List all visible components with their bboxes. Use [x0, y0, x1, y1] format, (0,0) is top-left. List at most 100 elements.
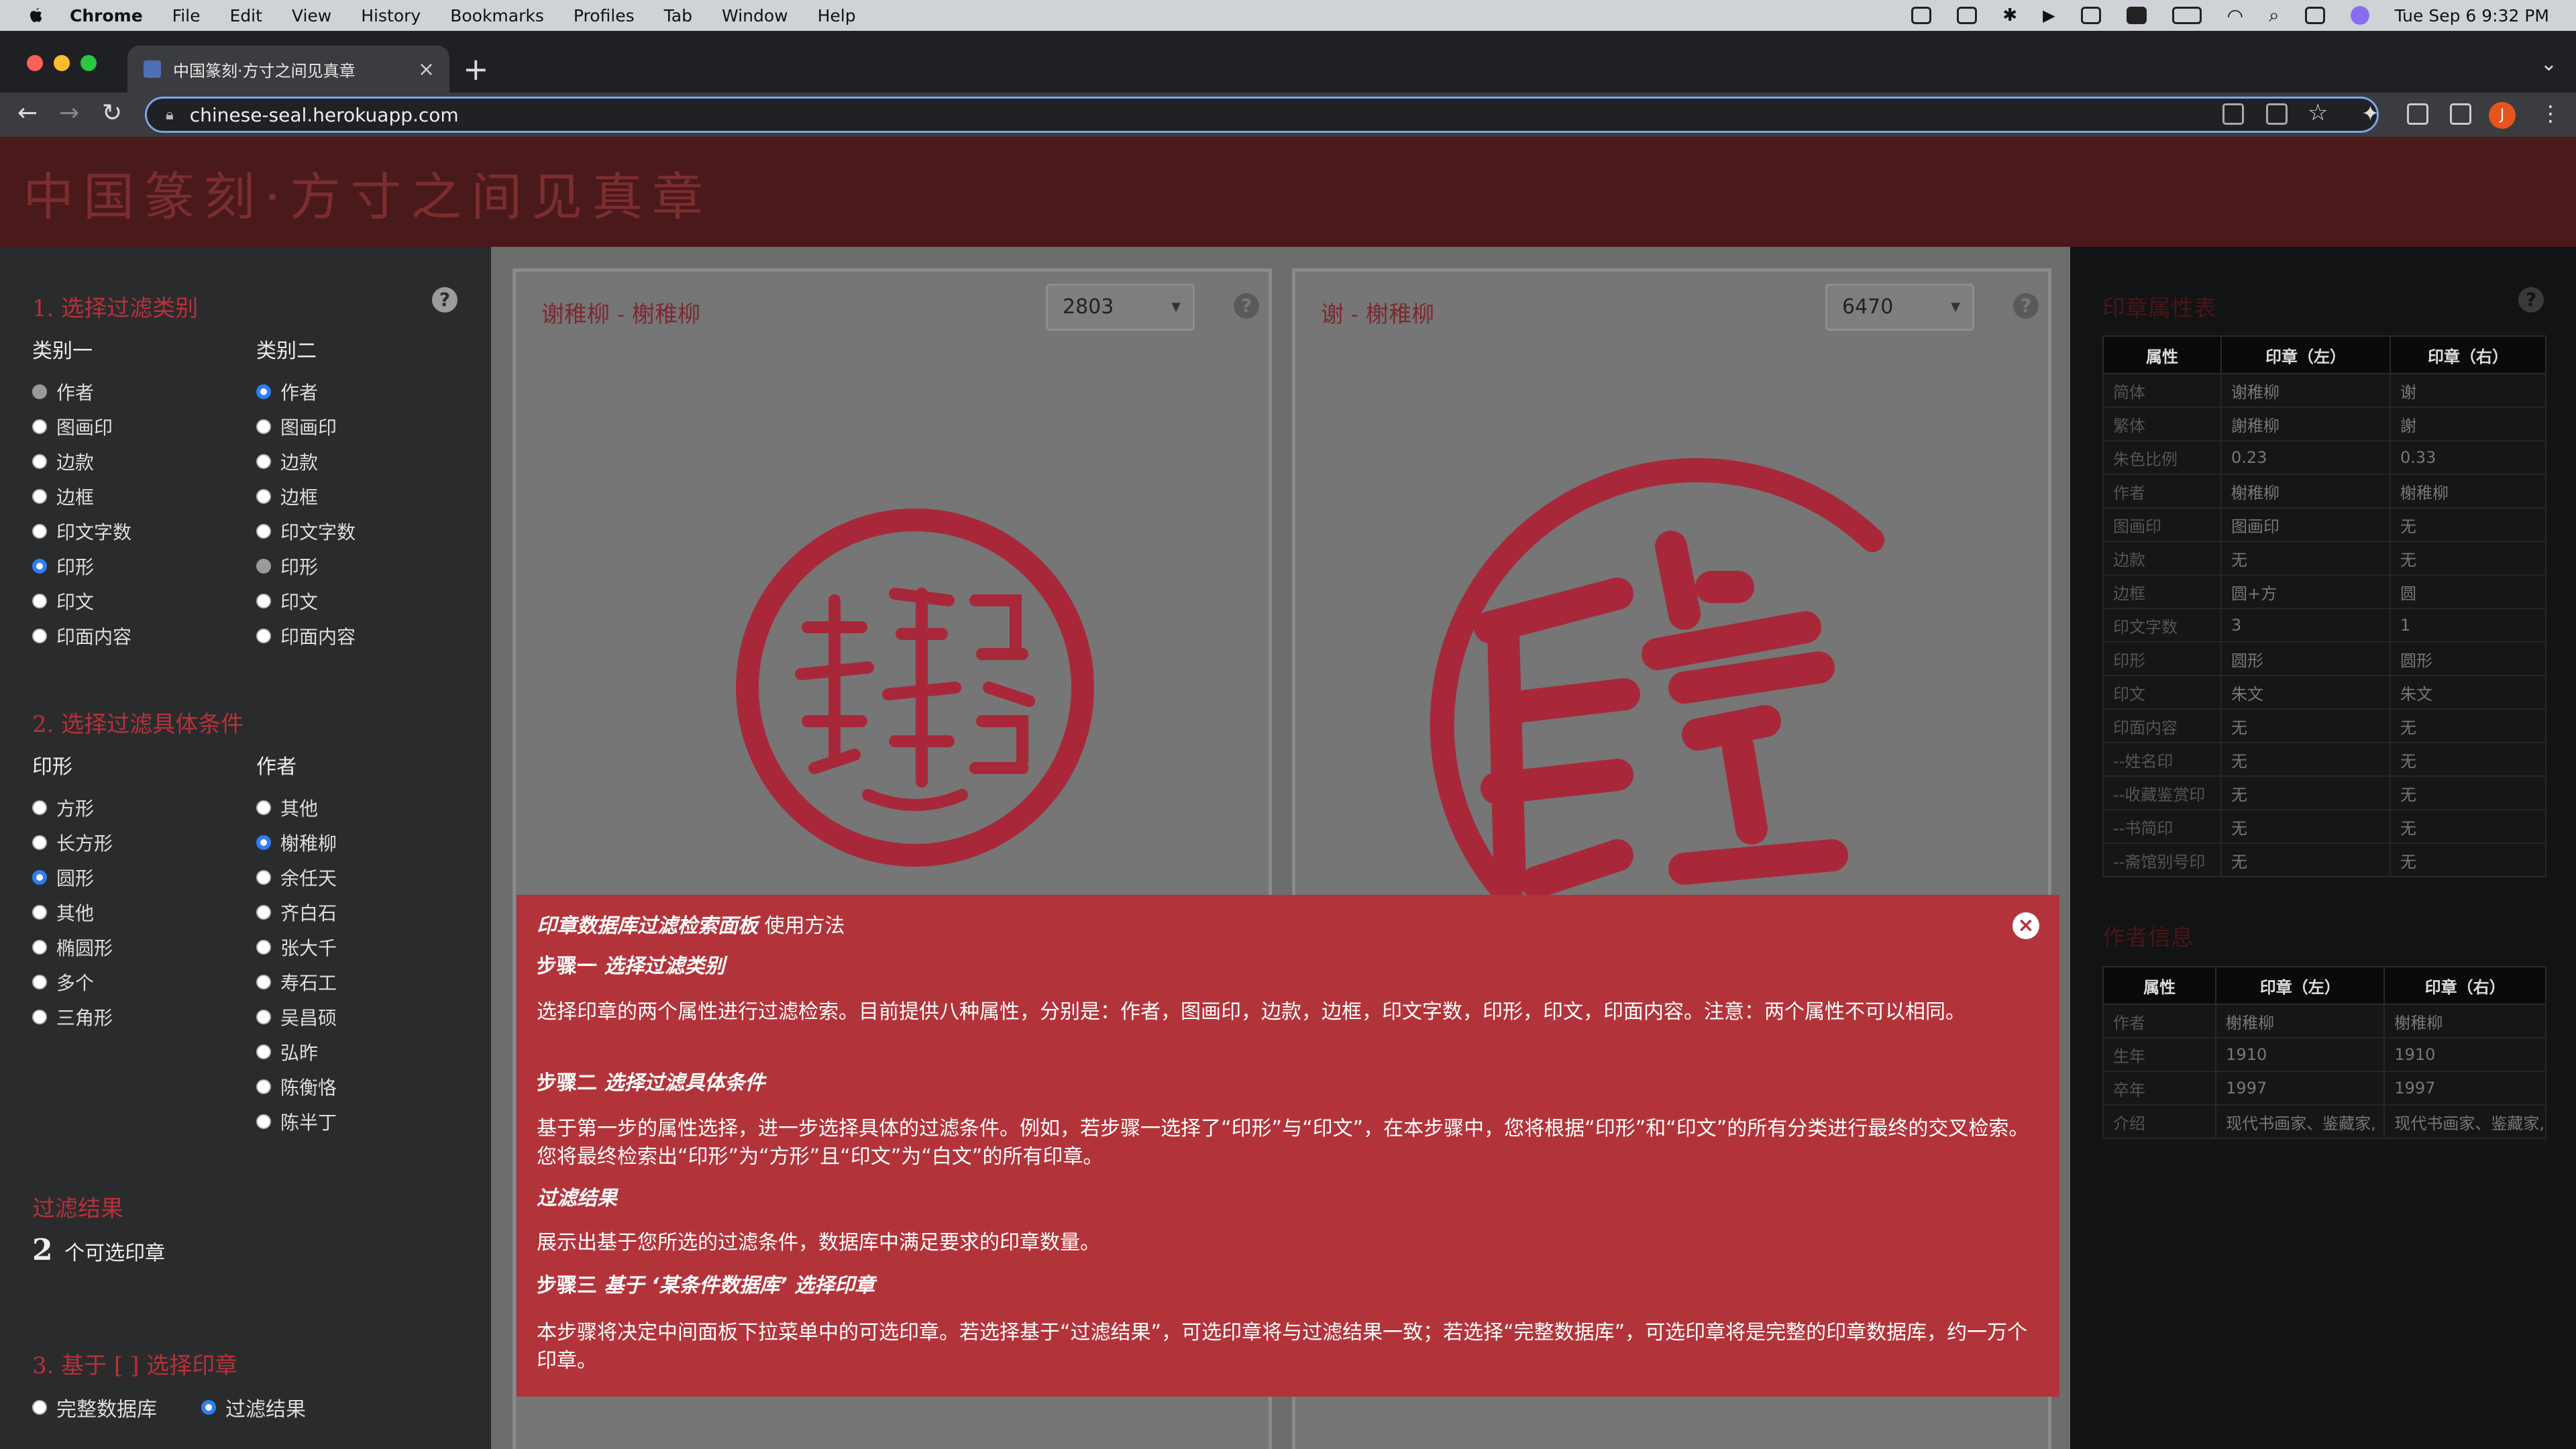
cat2-radio-border[interactable]: 边框 — [256, 483, 318, 510]
cat1-radio-script[interactable]: 印文 — [32, 588, 94, 614]
menu-edit[interactable]: Edit — [230, 6, 262, 25]
lock-icon[interactable]: 🔒︎ — [166, 107, 174, 123]
radio-dot[interactable] — [256, 489, 271, 504]
menu-tab[interactable]: Tab — [664, 6, 692, 25]
reload-icon[interactable]: ↻ — [102, 99, 122, 127]
left-seal-select[interactable]: 2803 ▼ — [1046, 284, 1195, 331]
menu-help[interactable]: Help — [818, 6, 856, 25]
play-icon[interactable]: ▶ — [2043, 6, 2055, 25]
radio-dot[interactable] — [32, 419, 47, 434]
status-icon[interactable] — [1911, 7, 1932, 24]
radio-dot[interactable] — [256, 1044, 271, 1059]
bluetooth-icon[interactable]: ✱ — [2002, 5, 2017, 25]
menu-bookmarks[interactable]: Bookmarks — [450, 6, 544, 25]
menu-window[interactable]: Window — [722, 6, 788, 25]
source-radio-full-database[interactable]: 完整数据库 — [32, 1393, 157, 1422]
search-icon[interactable]: ⌕ — [2269, 4, 2279, 27]
input-source-icon[interactable] — [2126, 7, 2147, 24]
right-seal-select[interactable]: 6470 ▼ — [1825, 284, 1974, 331]
shape-radio-triangle[interactable]: 三角形 — [32, 1004, 113, 1030]
siri-icon[interactable] — [2350, 6, 2369, 25]
apple-icon[interactable] — [25, 5, 46, 25]
radio-dot[interactable] — [32, 594, 47, 608]
menu-profiles[interactable]: Profiles — [574, 6, 635, 25]
radio-dot[interactable] — [32, 524, 47, 539]
cat1-radio-side-inscription[interactable]: 边款 — [32, 448, 94, 475]
zoom-window-icon[interactable] — [80, 55, 97, 71]
shape-radio-rectangle[interactable]: 长方形 — [32, 829, 113, 856]
radio-dot[interactable] — [256, 454, 271, 469]
cat1-radio-char-count[interactable]: 印文字数 — [32, 518, 131, 545]
help-icon[interactable]: ? — [2518, 287, 2544, 313]
shape-radio-oval[interactable]: 椭圆形 — [32, 934, 113, 961]
shape-radio-multiple[interactable]: 多个 — [32, 969, 94, 996]
cat1-radio-border[interactable]: 边框 — [32, 483, 94, 510]
shape-radio-other[interactable]: 其他 — [32, 899, 94, 926]
author-radio-wu-changshuo[interactable]: 吴昌硕 — [256, 1004, 337, 1030]
author-radio-yu-rentian[interactable]: 余任天 — [256, 864, 337, 891]
close-window-icon[interactable] — [27, 55, 43, 71]
radio-dot[interactable] — [32, 975, 47, 989]
radio-dot[interactable] — [256, 940, 271, 955]
menu-view[interactable]: View — [292, 6, 331, 25]
cat2-radio-content[interactable]: 印面内容 — [256, 623, 356, 649]
radio-dot[interactable] — [256, 975, 271, 989]
radio-dot[interactable] — [32, 629, 47, 643]
shape-radio-circle[interactable]: 圆形 — [32, 864, 94, 891]
radio-dot[interactable] — [256, 800, 271, 815]
radio-dot[interactable] — [256, 870, 271, 885]
more-menu-icon[interactable]: ⋮ — [2540, 101, 2561, 126]
browser-tab[interactable]: 中国篆刻·方寸之间见真章 × — [127, 46, 449, 93]
source-radio-filter-result[interactable]: 过滤结果 — [201, 1393, 306, 1422]
battery-icon[interactable] — [2171, 7, 2202, 24]
radio-dot[interactable] — [32, 1010, 47, 1024]
radio-dot[interactable] — [256, 1114, 271, 1129]
radio-dot[interactable] — [32, 1400, 47, 1415]
author-radio-chen-banding[interactable]: 陈半丁 — [256, 1108, 337, 1135]
cat1-radio-picture-seal[interactable]: 图画印 — [32, 413, 113, 440]
radio-dot[interactable] — [256, 905, 271, 920]
extensions-icon[interactable]: ✦ — [2361, 101, 2379, 126]
radio-dot[interactable] — [32, 384, 47, 399]
cat1-radio-author[interactable]: 作者 — [32, 378, 94, 405]
radio-dot[interactable] — [32, 489, 47, 504]
help-icon[interactable]: ? — [432, 287, 458, 313]
author-radio-other[interactable]: 其他 — [256, 794, 318, 821]
help-icon[interactable]: ? — [1234, 293, 1259, 319]
cat2-radio-author[interactable]: 作者 — [256, 378, 318, 405]
radio-dot[interactable] — [32, 940, 47, 955]
status-icon[interactable] — [1957, 7, 1978, 24]
cat2-radio-shape[interactable]: 印形 — [256, 553, 318, 580]
radio-dot[interactable] — [256, 594, 271, 608]
menu-app-chrome[interactable]: Chrome — [70, 6, 143, 25]
author-radio-xie-zhiliu[interactable]: 榭稚柳 — [256, 829, 337, 856]
radio-dot[interactable] — [32, 835, 47, 850]
chevron-down-icon[interactable]: ⌄ — [2540, 52, 2557, 76]
new-tab-icon[interactable]: + — [463, 51, 489, 87]
display-icon[interactable] — [2080, 7, 2101, 24]
radio-dot[interactable] — [201, 1400, 216, 1415]
minimize-window-icon[interactable] — [54, 55, 70, 71]
radio-dot[interactable] — [32, 559, 47, 574]
radio-dot[interactable] — [256, 384, 271, 399]
cat2-radio-script[interactable]: 印文 — [256, 588, 318, 614]
profile-avatar[interactable]: J — [2489, 102, 2516, 129]
cat2-radio-picture-seal[interactable]: 图画印 — [256, 413, 337, 440]
url-text[interactable]: chinese-seal.herokuapp.com — [190, 104, 459, 126]
cat2-radio-side-inscription[interactable]: 边款 — [256, 448, 318, 475]
radio-dot[interactable] — [256, 524, 271, 539]
address-bar[interactable]: 🔒︎ chinese-seal.herokuapp.com — [145, 97, 2379, 133]
bookmark-star-icon[interactable]: ☆ — [2308, 99, 2328, 126]
help-icon[interactable]: ? — [2013, 293, 2039, 319]
radio-dot[interactable] — [32, 454, 47, 469]
cat1-radio-content[interactable]: 印面内容 — [32, 623, 131, 649]
translate-icon[interactable] — [2222, 103, 2244, 125]
author-radio-chen-hengke[interactable]: 陈衡恪 — [256, 1073, 337, 1100]
radio-dot[interactable] — [256, 559, 271, 574]
author-radio-hong-zuo[interactable]: 弘昨 — [256, 1038, 318, 1065]
radio-dot[interactable] — [256, 1010, 271, 1024]
radio-dot[interactable] — [256, 629, 271, 643]
author-radio-zhang-daqian[interactable]: 张大千 — [256, 934, 337, 961]
tab-close-icon[interactable]: × — [418, 58, 435, 81]
cat2-radio-char-count[interactable]: 印文字数 — [256, 518, 356, 545]
